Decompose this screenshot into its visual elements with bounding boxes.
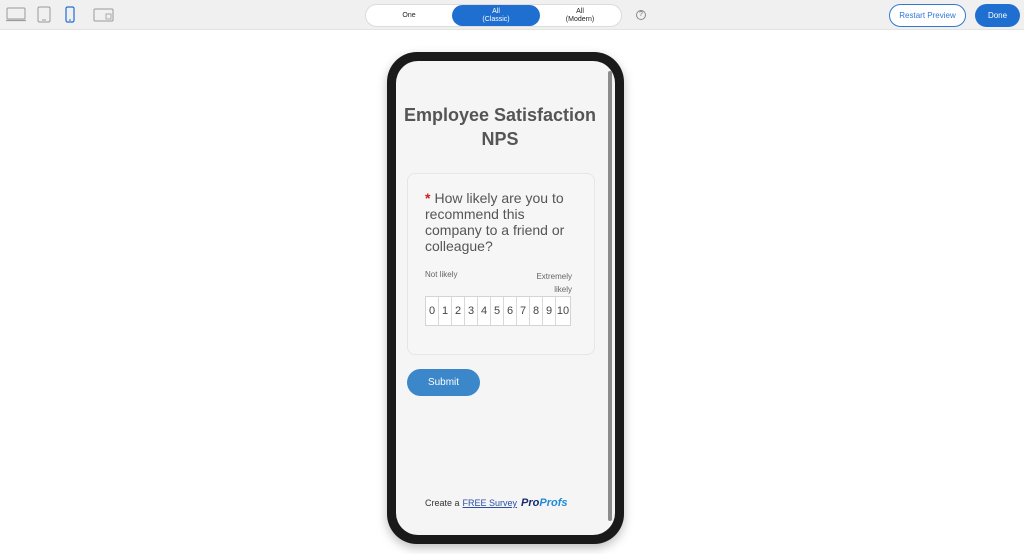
scrollbar[interactable] xyxy=(608,71,612,521)
free-survey-link[interactable]: FREE Survey xyxy=(463,498,518,508)
nps-option-8[interactable]: 8 xyxy=(530,297,543,325)
nps-option-9[interactable]: 9 xyxy=(543,297,556,325)
view-mode-one[interactable]: One xyxy=(366,5,452,26)
logo-part-1: Pro xyxy=(521,497,540,509)
footer: Create a FREE Survey ProProfs xyxy=(425,497,568,509)
restart-preview-button[interactable]: Restart Preview xyxy=(889,4,966,27)
desktop-icon[interactable] xyxy=(5,6,27,23)
done-button[interactable]: Done xyxy=(975,4,1020,27)
proprofs-logo[interactable]: ProProfs xyxy=(521,497,567,509)
view-mode-all-modern[interactable]: All (Modern) xyxy=(538,5,622,26)
footer-prefix: Create a xyxy=(425,498,460,508)
help-icon[interactable]: ? xyxy=(636,10,646,20)
nps-option-0[interactable]: 0 xyxy=(426,297,439,325)
question-text: * How likely are you to recommend this co… xyxy=(425,190,585,254)
submit-button[interactable]: Submit xyxy=(407,369,480,396)
phone-frame: Employee Satisfaction NPS * How likely ar… xyxy=(387,52,624,544)
nps-option-5[interactable]: 5 xyxy=(491,297,504,325)
nps-option-6[interactable]: 6 xyxy=(504,297,517,325)
nps-option-2[interactable]: 2 xyxy=(452,297,465,325)
view-mode-toggle: One All (Classic) All (Modern) xyxy=(365,4,622,27)
tablet-landscape-icon[interactable] xyxy=(92,6,114,23)
label-not-likely: Not likely xyxy=(425,270,458,279)
nps-scale: 0 1 2 3 4 5 6 7 8 9 10 xyxy=(425,296,571,326)
phone-screen: Employee Satisfaction NPS * How likely ar… xyxy=(396,61,615,535)
nps-option-10[interactable]: 10 xyxy=(556,297,570,325)
required-marker: * xyxy=(425,190,431,206)
question-card: * How likely are you to recommend this co… xyxy=(407,173,595,355)
nps-option-1[interactable]: 1 xyxy=(439,297,452,325)
top-toolbar: One All (Classic) All (Modern) ? Restart… xyxy=(0,0,1024,30)
logo-part-2: Profs xyxy=(539,497,568,509)
view-mode-all-classic[interactable]: All (Classic) xyxy=(452,5,540,26)
question-label: How likely are you to recommend this com… xyxy=(425,190,565,254)
nps-option-7[interactable]: 7 xyxy=(517,297,530,325)
survey-title: Employee Satisfaction NPS xyxy=(403,105,597,149)
nps-option-3[interactable]: 3 xyxy=(465,297,478,325)
mobile-icon[interactable] xyxy=(64,6,76,23)
tablet-icon[interactable] xyxy=(36,6,52,23)
label-extremely-likely: Extremely likely xyxy=(536,272,572,294)
nps-option-4[interactable]: 4 xyxy=(478,297,491,325)
